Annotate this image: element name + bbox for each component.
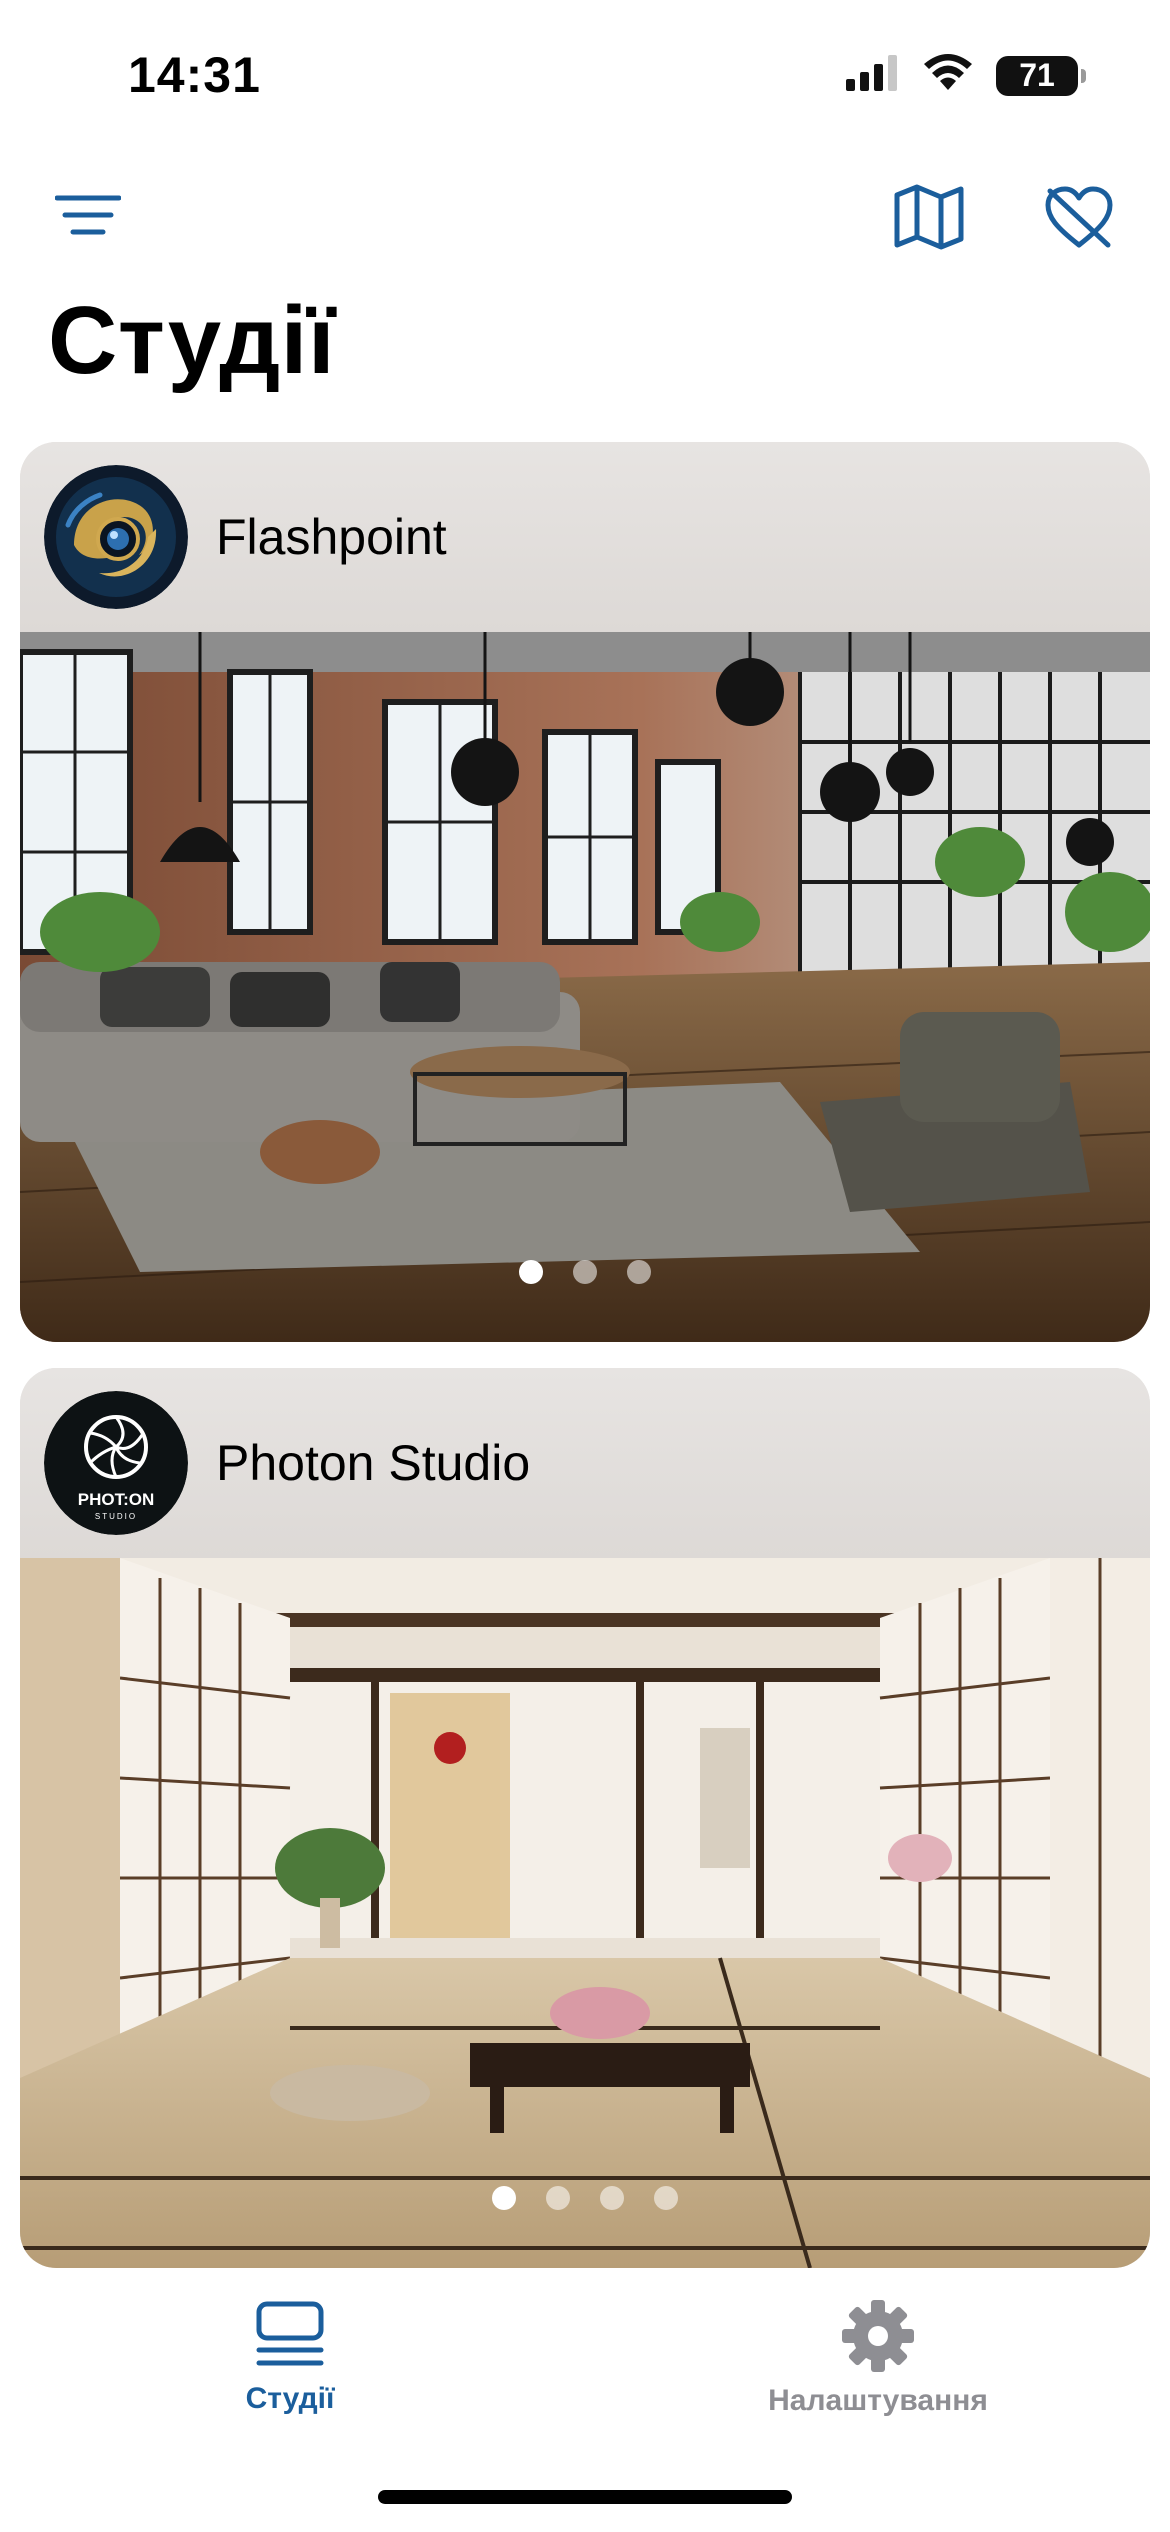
studio-photo[interactable]: [20, 632, 1150, 1342]
avatar: PHOT:ON STUDIO: [44, 1391, 188, 1535]
studio-card[interactable]: PHOT:ON STUDIO Photon Studio: [20, 1368, 1150, 2268]
wifi-icon: [922, 54, 974, 97]
map-icon: [894, 184, 964, 250]
pagination-dot[interactable]: [600, 2186, 624, 2210]
pagination-dot[interactable]: [627, 1260, 651, 1284]
gear-icon: [842, 2300, 914, 2372]
pagination-dot[interactable]: [519, 1260, 543, 1284]
studio-photo[interactable]: [20, 1558, 1150, 2268]
signal-icon: [846, 55, 900, 96]
pagination-dot[interactable]: [546, 2186, 570, 2210]
tab-studios[interactable]: Студії: [80, 2300, 500, 2416]
list-icon: [256, 2301, 324, 2366]
status-icons: 71: [846, 54, 1086, 97]
photo-pagination: [20, 1260, 1150, 1284]
japanese-studio-photo: [20, 1558, 1150, 2268]
studio-card[interactable]: Flashpoint: [20, 442, 1150, 1342]
pagination-dot[interactable]: [573, 1260, 597, 1284]
home-indicator: [378, 2490, 792, 2504]
loft-studio-photo: [20, 632, 1150, 1342]
pagination-dot[interactable]: [492, 2186, 516, 2210]
tab-settings[interactable]: Налаштування: [668, 2300, 1088, 2418]
battery-icon: 71: [996, 55, 1086, 96]
status-time: 14:31: [128, 47, 261, 103]
pagination-dot[interactable]: [654, 2186, 678, 2210]
heart-slash-icon: [1045, 186, 1113, 248]
page-title: Студії: [48, 287, 336, 394]
photon-logo: PHOT:ON STUDIO: [44, 1391, 188, 1535]
studio-card-header[interactable]: PHOT:ON STUDIO Photon Studio: [20, 1368, 1150, 1558]
status-bar: 14:31 71: [0, 0, 1170, 150]
ornate-camera-lens-logo: [44, 465, 188, 609]
avatar-subtext: STUDIO: [95, 1512, 137, 1521]
favorites-button[interactable]: [1034, 172, 1124, 262]
map-button[interactable]: [884, 172, 974, 262]
nav-bar: [0, 160, 1170, 270]
avatar-text: PHOT:ON: [78, 1490, 155, 1509]
photo-pagination: [20, 2186, 1150, 2210]
studio-name: Flashpoint: [216, 509, 447, 565]
tab-label: Студії: [245, 2382, 335, 2415]
studio-name: Photon Studio: [216, 1435, 531, 1491]
tab-label: Налаштування: [768, 2384, 988, 2417]
menu-lines-icon: [55, 195, 121, 235]
menu-button[interactable]: [48, 180, 128, 250]
avatar: [44, 465, 188, 609]
studio-card-header[interactable]: Flashpoint: [20, 442, 1150, 632]
